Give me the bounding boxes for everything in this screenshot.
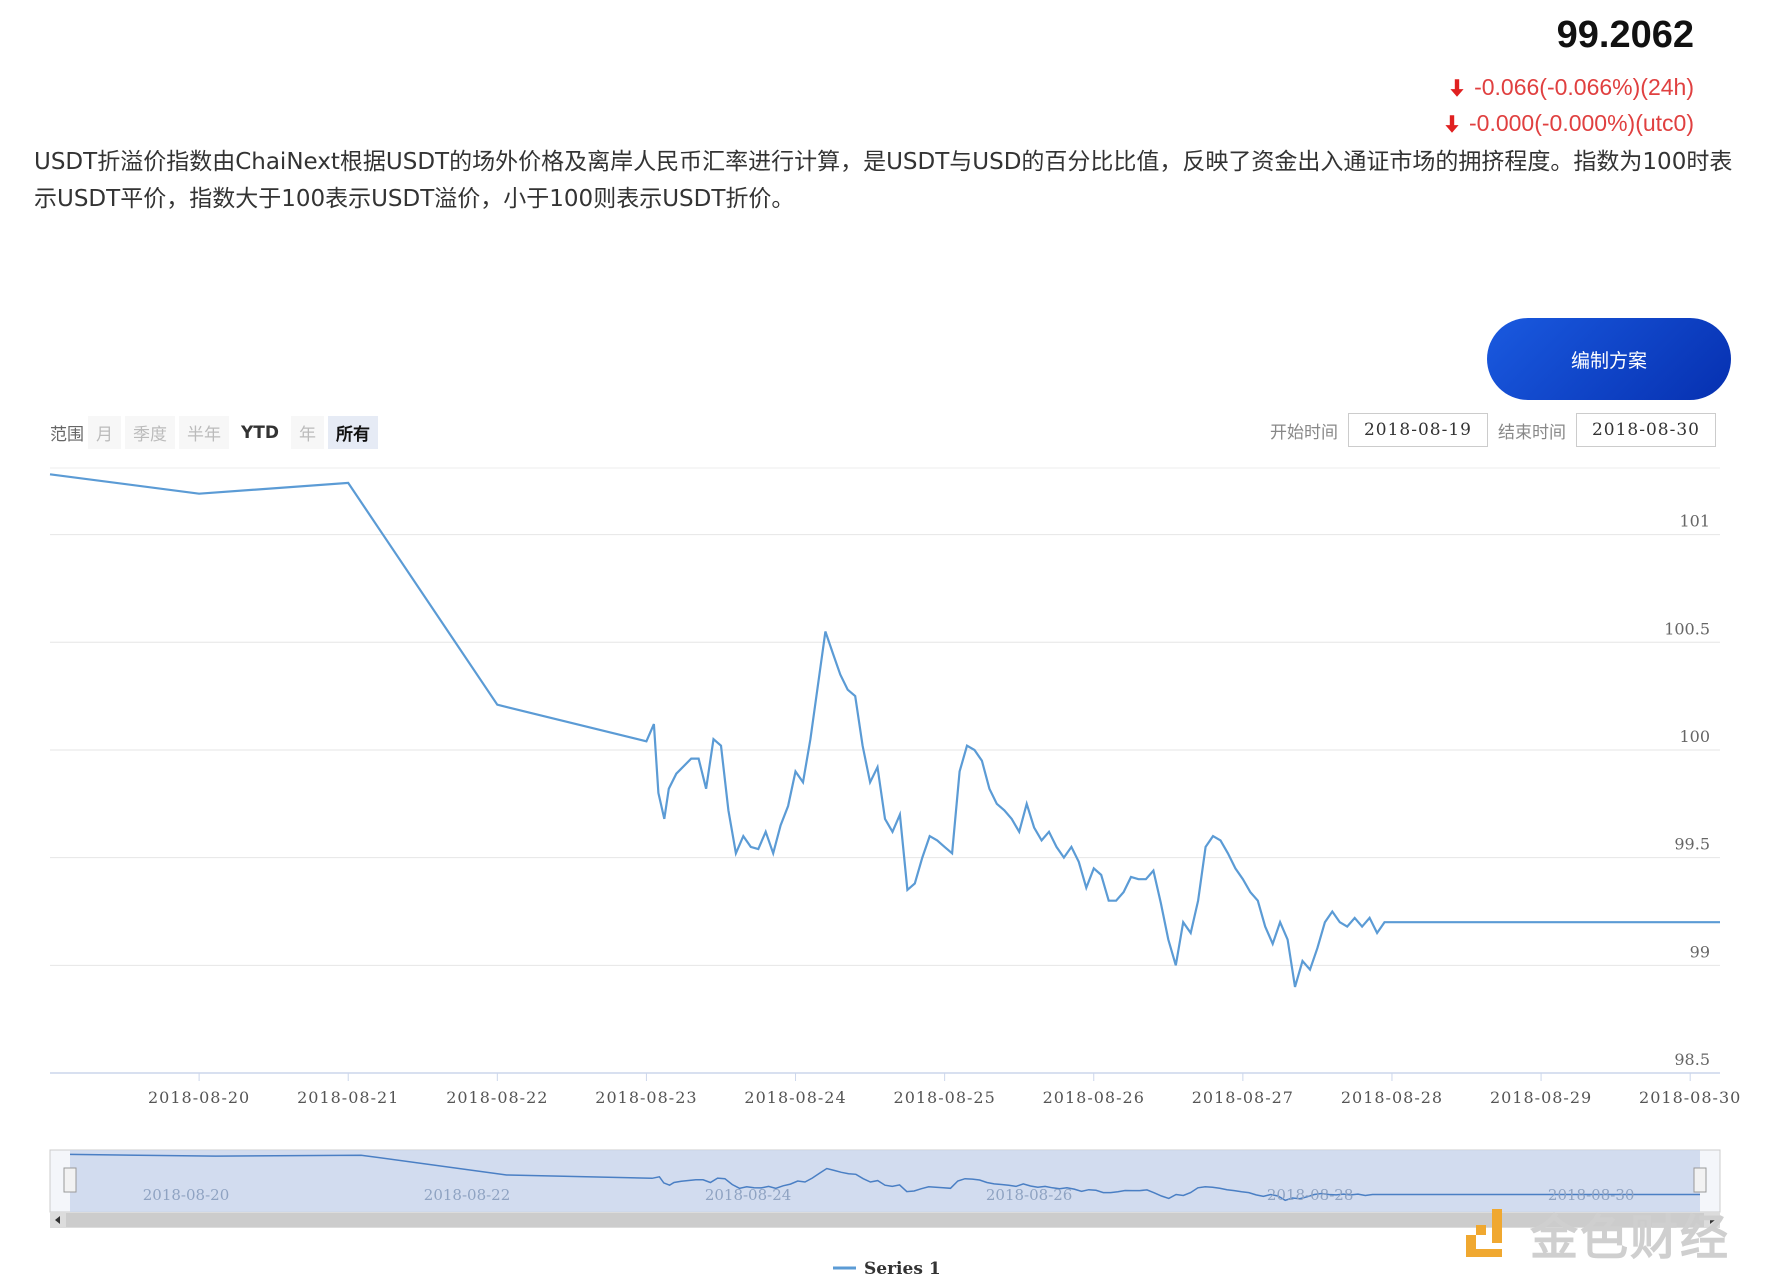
usdt-premium-chart: 98.59999.5100100.5101 2018-08-20 2018-08-…	[49, 467, 1741, 1279]
scrollbar-thumb[interactable]	[66, 1213, 1704, 1227]
x-tick-label: 2018-08-28	[1341, 1088, 1443, 1107]
y-tick-label: 98.5	[1674, 1050, 1710, 1069]
grid-lines	[50, 467, 1720, 1074]
y-tick-label: 101	[1679, 512, 1710, 531]
navigator-label: 2018-08-26	[986, 1186, 1072, 1204]
navigator-right-handle[interactable]	[1693, 1167, 1707, 1193]
x-tick-label: 2018-08-25	[894, 1088, 996, 1107]
navigator-selection[interactable]	[70, 1150, 1700, 1212]
y-tick-label: 100	[1679, 727, 1710, 746]
x-tick-label: 2018-08-26	[1043, 1088, 1145, 1107]
navigator-label: 2018-08-22	[424, 1186, 510, 1204]
x-tick-label: 2018-08-20	[148, 1088, 250, 1107]
y-axis: 98.5 99 99.5 100 100.5 101	[1664, 512, 1710, 1069]
navigator-label: 2018-08-24	[705, 1186, 791, 1204]
x-axis: 2018-08-20 2018-08-21 2018-08-22 2018-08-23…	[50, 1072, 1741, 1107]
x-tick-label: 2018-08-27	[1192, 1088, 1294, 1107]
series-line	[49, 473, 1720, 988]
y-tick-label: 99	[1690, 942, 1710, 961]
legend-label[interactable]: Series 1	[864, 1259, 941, 1279]
x-tick-label: 2018-08-29	[1490, 1088, 1592, 1107]
y-tick-label: 99.5	[1674, 835, 1710, 854]
logo-mark-icon	[1462, 1205, 1518, 1261]
navigator-label: 2018-08-20	[143, 1186, 229, 1204]
x-tick-label: 2018-08-22	[446, 1088, 548, 1107]
navigator-label: 2018-08-28	[1267, 1186, 1353, 1204]
navigator-left-handle[interactable]	[63, 1167, 77, 1193]
x-tick-label: 2018-08-24	[744, 1088, 846, 1107]
watermark-logo: 金色财经	[1462, 1198, 1730, 1268]
legend[interactable]: Series 1	[833, 1259, 941, 1279]
x-tick-label: 2018-08-23	[595, 1088, 697, 1107]
watermark-text: 金色财经	[1530, 1210, 1731, 1266]
y-tick-label: 100.5	[1664, 619, 1710, 638]
x-tick-label: 2018-08-21	[297, 1088, 399, 1107]
x-tick-label: 2018-08-30	[1639, 1088, 1741, 1107]
